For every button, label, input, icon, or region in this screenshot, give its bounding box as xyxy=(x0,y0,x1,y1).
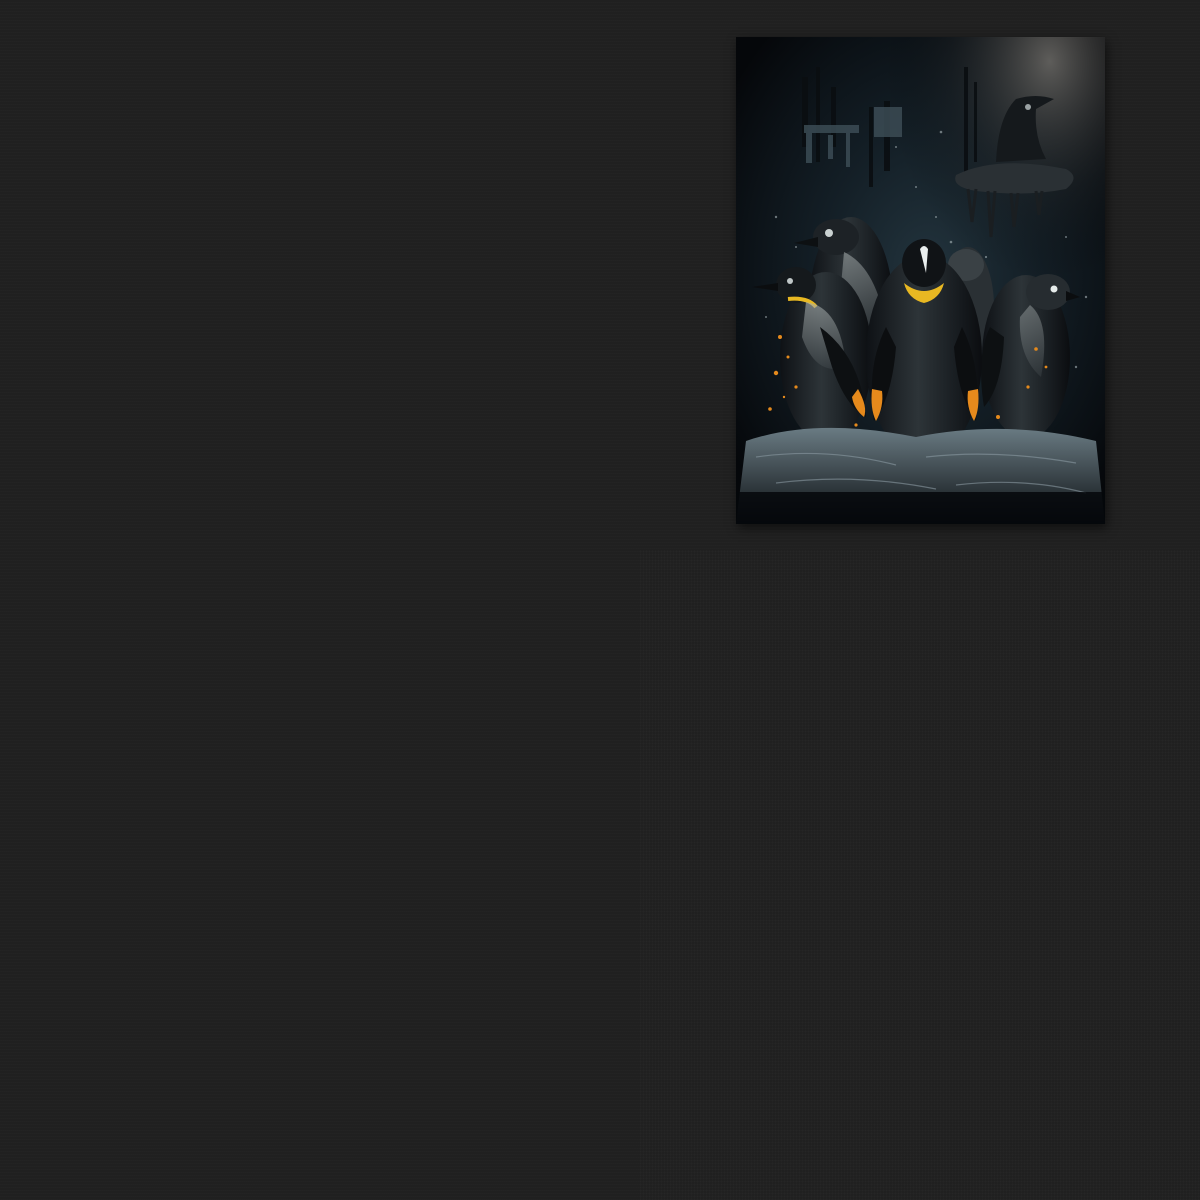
canvas-background xyxy=(0,0,1200,1200)
penguin-artwork xyxy=(736,37,1105,524)
penguins-illustration xyxy=(736,37,1105,524)
